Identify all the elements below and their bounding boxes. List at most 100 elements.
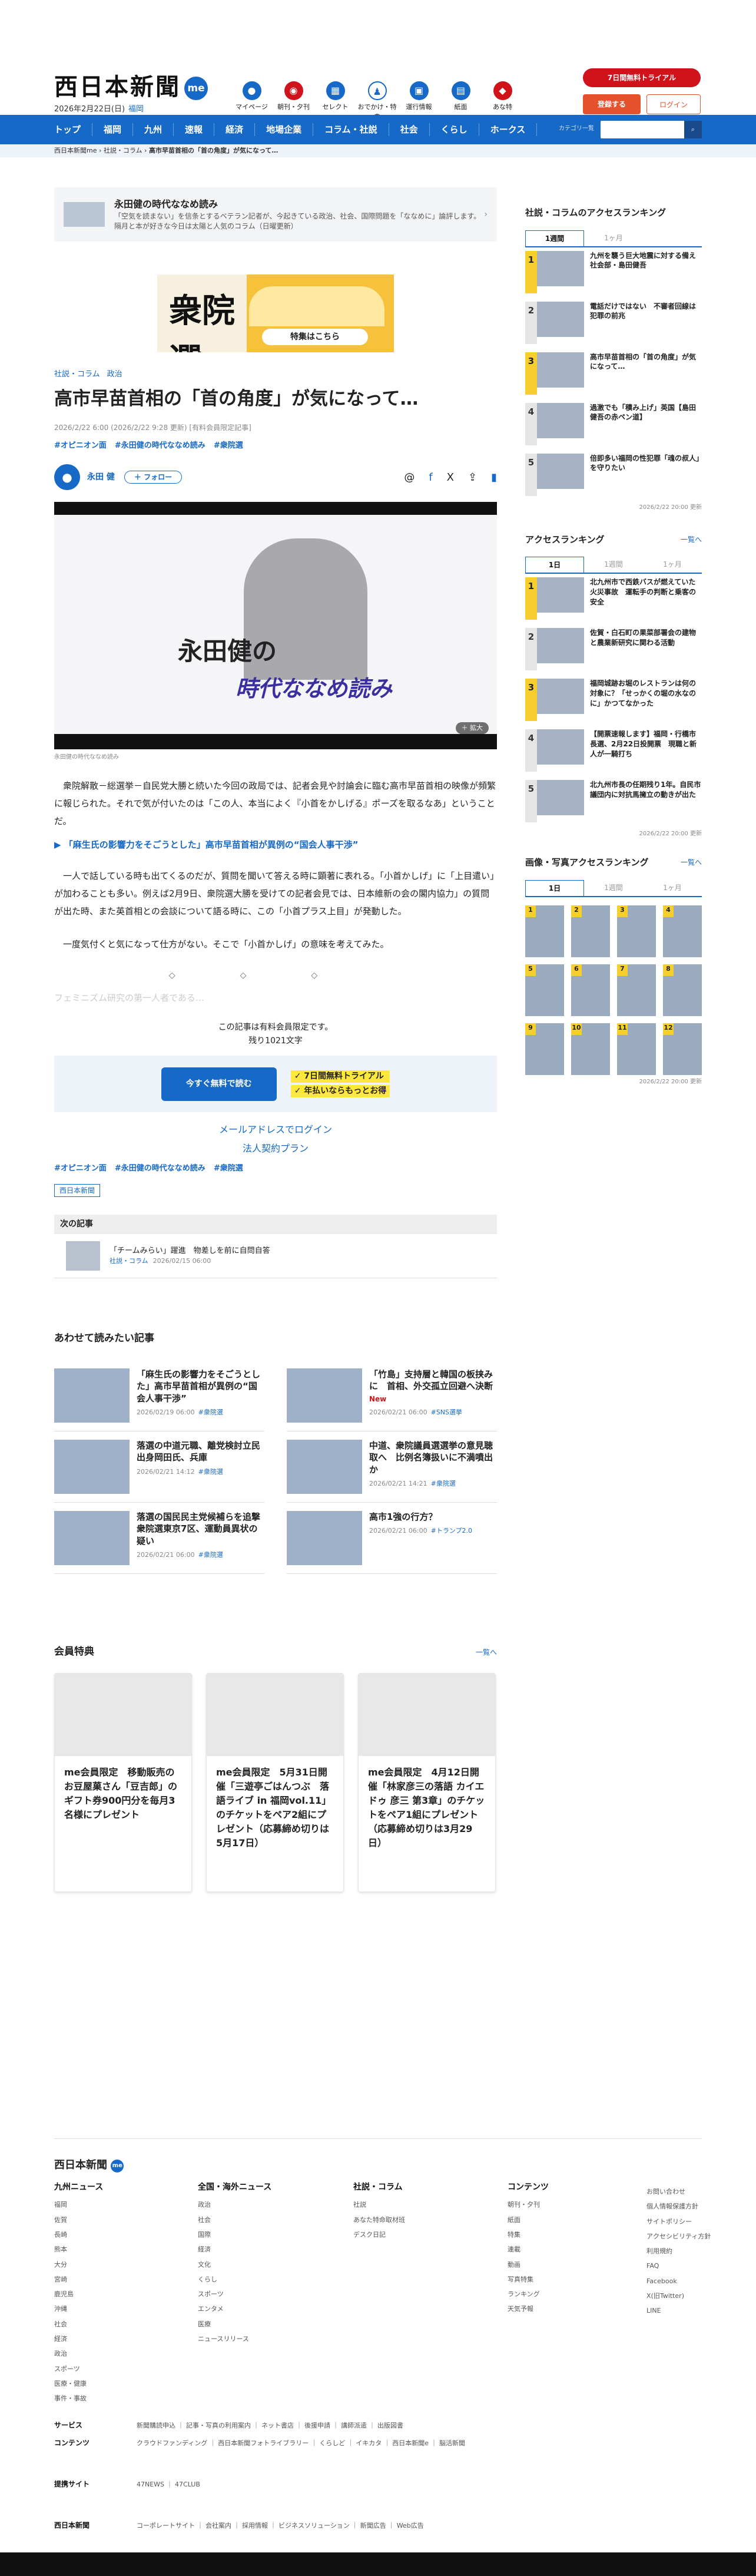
benefits-more-link[interactable]: 一覧へ	[476, 1647, 497, 1658]
benefit-card[interactable]: me会員限定 5月31日開催「三遊亭ごはんつぶ 落語ライブ in 福岡vol.1…	[206, 1672, 344, 1892]
photo-rank-item[interactable]: 8	[663, 964, 702, 1016]
nav-item-kyushu[interactable]: 九州	[133, 123, 174, 137]
photo-rank-item[interactable]: 4	[663, 905, 702, 957]
tag-link[interactable]: #永田健の時代ななめ読み	[115, 441, 205, 450]
footer-link[interactable]: 特集	[508, 2227, 549, 2242]
footer-logo[interactable]: 西日本新聞 me	[54, 2157, 124, 2173]
photo-rank-item[interactable]: 7	[617, 964, 656, 1016]
login-button[interactable]: ログイン	[646, 94, 701, 114]
recommend-item[interactable]: 「麻生氏の影響力をそごうとした」高市早苗首相が異例の“国会人事干渉” 2026/0…	[54, 1360, 264, 1432]
footer-link[interactable]: Facebook	[646, 2274, 711, 2289]
tag-link[interactable]: #衆院選	[214, 441, 243, 450]
tab-1day[interactable]: 1日	[525, 557, 584, 573]
benefit-card[interactable]: me会員限定 移動販売のお豆屋菓さん「豆吉郎」のギフト券900円分を毎月3名様に…	[54, 1672, 192, 1892]
footer-link[interactable]: 文化	[198, 2257, 271, 2272]
bookmark-icon[interactable]: ▮	[491, 469, 497, 485]
nav-item-top[interactable]: トップ	[54, 123, 93, 137]
footer-link[interactable]: 利用規約	[646, 2244, 711, 2258]
footer-link[interactable]: 政治	[54, 2346, 103, 2361]
photo-rank-item[interactable]: 11	[617, 1023, 656, 1075]
breadcrumb-home[interactable]: 西日本新聞me	[54, 147, 97, 154]
footer-link[interactable]: 福岡	[54, 2197, 103, 2212]
footer-link[interactable]: FAQ	[646, 2258, 711, 2273]
tag-link[interactable]: #永田健の時代ななめ読み	[115, 1164, 205, 1173]
footer-link[interactable]: 連載	[508, 2242, 549, 2257]
zoom-button[interactable]: ＋ 拡大	[455, 722, 489, 735]
footer-link[interactable]: LINE	[646, 2303, 711, 2318]
footer-link[interactable]: 社会	[198, 2213, 271, 2227]
trial-button[interactable]: 7日間無料トライアル	[583, 68, 701, 87]
x-icon[interactable]: X	[447, 469, 454, 485]
footer-links[interactable]: 新聞購読申込 ｜ 記事・写真の利用案内 ｜ ネット書店 ｜ 後援申請 ｜ 講師派…	[137, 2422, 403, 2429]
recommend-item[interactable]: 落選の国民民主党候補らを追撃 衆院選東京7区、運動員異状の疑い 2026/02/2…	[54, 1503, 269, 1575]
footer-link[interactable]: 医療・健康	[54, 2376, 103, 2391]
footer-link[interactable]: スポーツ	[198, 2287, 271, 2301]
ranking-item[interactable]: 2 電話だけではない 不審者回線は犯罪の前兆	[525, 301, 702, 349]
series-box[interactable]: 永田健の時代ななめ読み 「空気を読まない」を信条とするベテラン記者が、今起きている…	[54, 187, 497, 242]
footer-link[interactable]: 熊本	[54, 2242, 103, 2257]
recommend-item[interactable]: 落選の中道元職、離党検討立民出身岡田氏、兵庫 2026/02/21 14:12 #衆…	[54, 1431, 264, 1503]
photo-rank-item[interactable]: 12	[663, 1023, 702, 1075]
footer-link[interactable]: ランキング	[508, 2287, 549, 2301]
election-banner[interactable]: 衆院選2026 特集はこちら	[157, 275, 394, 352]
footer-link[interactable]: 宮崎	[54, 2272, 103, 2287]
footer-link[interactable]: 沖縄	[54, 2301, 103, 2316]
site-logo[interactable]: 西日本新聞 me	[54, 70, 208, 105]
photo-rank-item[interactable]: 5	[525, 964, 564, 1016]
photo-rank-item[interactable]: 2	[571, 905, 610, 957]
footer-link[interactable]: 紙面	[508, 2213, 549, 2227]
author-name[interactable]: 永田 健	[87, 471, 115, 484]
photo-rank-item[interactable]: 1	[525, 905, 564, 957]
related-link[interactable]: ▶ 「麻生氏の影響力をそごうとした」高市早苗首相が異例の“国会人事干渉”	[54, 838, 497, 852]
ranking-item[interactable]: 2 佐賀・白石町の果菜部署会の建物と農業新研究に関わる活動	[525, 628, 702, 675]
tab-1month[interactable]: 1ヶ月	[643, 880, 702, 896]
source-badge[interactable]: 西日本新聞	[54, 1183, 101, 1197]
search-icon[interactable]: ⌕	[684, 121, 702, 138]
nav-item-economy[interactable]: 経済	[214, 123, 256, 137]
footer-links[interactable]: クラウドファンディング ｜ 西日本新聞フォトライブラリー ｜ くらしど ｜ イキ…	[137, 2439, 465, 2447]
recommend-item[interactable]: 中道、衆院議員選選挙の意見聴取へ 比例名簿扱いに不満噴出か 2026/02/21 …	[287, 1431, 497, 1503]
photo-rank-item[interactable]: 3	[617, 905, 656, 957]
footer-link[interactable]: 個人情報保護方針	[646, 2199, 711, 2214]
ranking-item[interactable]: 4 過激でも「積み上げ」英国【島田健吾の赤ペン道】	[525, 402, 702, 450]
footer-link[interactable]: 経済	[198, 2242, 271, 2257]
footer-link[interactable]: お問い合わせ	[646, 2184, 711, 2199]
recommend-item[interactable]: 高市1強の行方？ 2026/02/21 06:00 #トランプ2.0	[287, 1503, 497, 1575]
ranking-item[interactable]: 1 九州を襲う巨大地震に対する備え 社会部・島田健吾	[525, 250, 703, 298]
category-link[interactable]: 政治	[107, 370, 122, 379]
tab-1day[interactable]: 1日	[525, 879, 584, 896]
nav-item-column[interactable]: コラム・社説	[313, 123, 389, 137]
footer-link[interactable]: 国際	[198, 2227, 271, 2242]
follow-button[interactable]: ＋ フォロー	[124, 471, 183, 484]
read-free-button[interactable]: 今すぐ無料で読む	[161, 1067, 277, 1101]
footer-link[interactable]: エンタメ	[198, 2301, 271, 2316]
category-list-button[interactable]: カテゴリ一覧	[559, 124, 594, 133]
tab-1week[interactable]: 1週間	[584, 557, 643, 573]
footer-link[interactable]: ニュースリリース	[198, 2332, 271, 2346]
facebook-icon[interactable]: f	[429, 469, 432, 485]
ranking-item[interactable]: 3 高市早苗首相の「首の角度」が気になって…	[525, 352, 702, 399]
tab-1month[interactable]: 1ヶ月	[584, 230, 643, 246]
footer-links[interactable]: 47NEWS ｜ 47CLUB	[137, 2481, 200, 2488]
threads-icon[interactable]: @	[404, 469, 415, 485]
tab-1week[interactable]: 1週間	[525, 230, 584, 246]
footer-link[interactable]: サイトポリシー	[646, 2214, 711, 2229]
breadcrumb-column[interactable]: 社説・コラム	[104, 147, 142, 154]
footer-link[interactable]: 佐賀	[54, 2213, 103, 2227]
tag-link[interactable]: #オピニオン面	[54, 1164, 107, 1173]
footer-link[interactable]: アクセシビリティ方針	[646, 2229, 711, 2244]
footer-link[interactable]: 事件・事故	[54, 2391, 103, 2406]
nav-item-hawks[interactable]: ホークス	[479, 123, 538, 137]
ranking-item[interactable]: 5 北九州市長の任期残り1年。自民市議団内に対抗馬擁立の動きが出た	[525, 780, 702, 827]
ranking-item[interactable]: 3 福岡城跡お堀のレストランは何の対象に？「せっかくの堀の水なのに」かつてなかった	[525, 679, 702, 726]
photo-rank-item[interactable]: 6	[571, 964, 610, 1016]
footer-link[interactable]: 写真特集	[508, 2272, 549, 2287]
ranking-item[interactable]: 1 北九州市で西鉄バスが燃えていた火災事故 運転手の判断と乗客の安全	[525, 577, 702, 624]
footer-link[interactable]: 経済	[54, 2332, 103, 2346]
nav-item-breaking[interactable]: 速報	[174, 123, 215, 137]
footer-link[interactable]: 朝刊・夕刊	[508, 2197, 549, 2212]
recommend-item[interactable]: 「竹島」支持層と韓国の板挟みに 首相、外交孤立回避へ決断New 2026/02/2…	[287, 1360, 497, 1432]
footer-link[interactable]: X(旧Twitter)	[646, 2289, 711, 2303]
footer-link[interactable]: 天気予報	[508, 2301, 549, 2316]
register-button[interactable]: 登録する	[583, 94, 641, 114]
